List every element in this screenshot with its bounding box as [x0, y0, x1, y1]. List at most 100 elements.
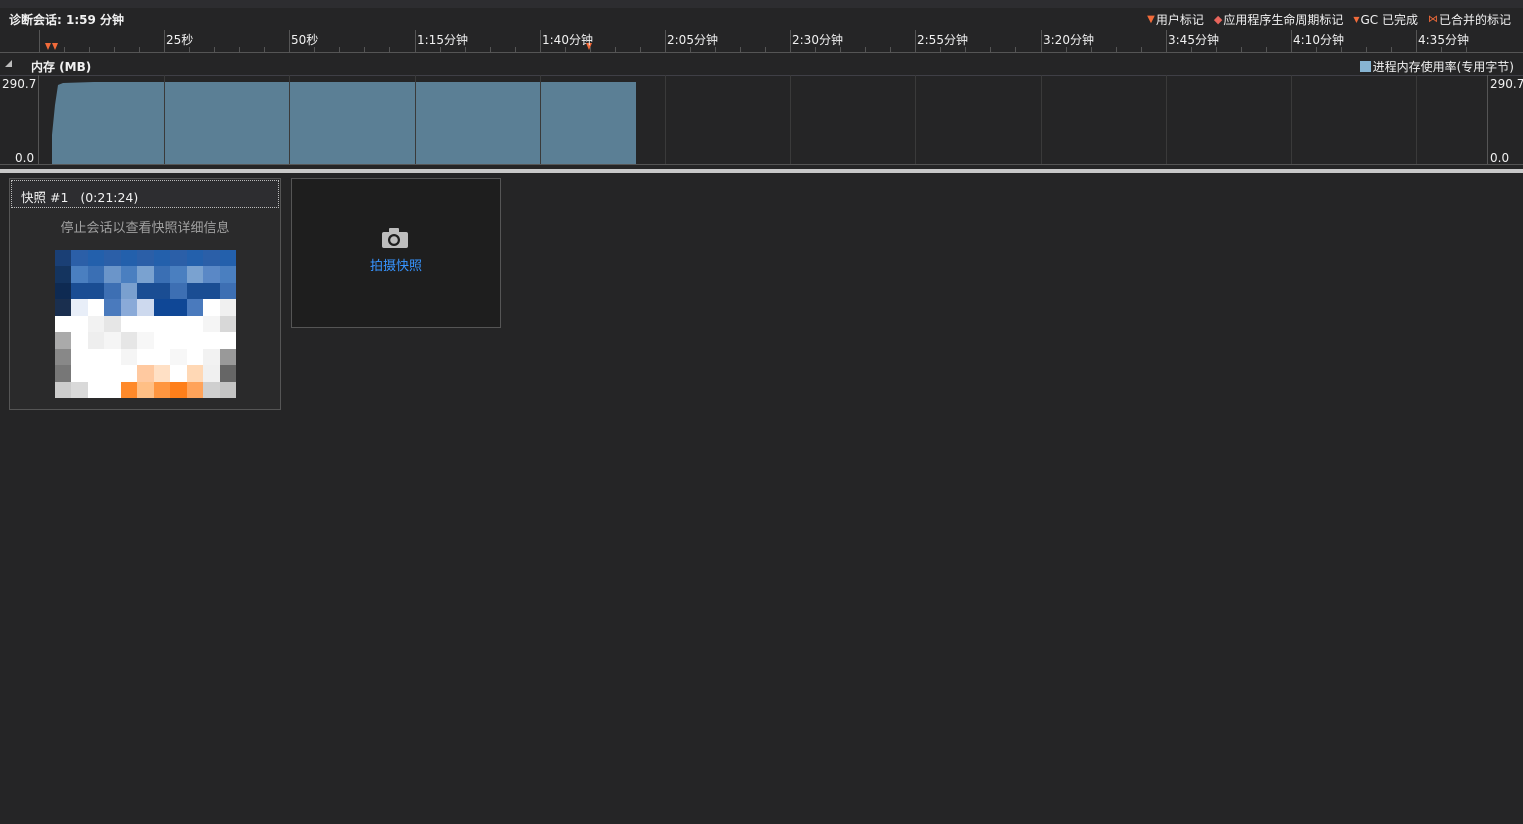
ruler-tick-label: 25秒 — [166, 33, 194, 47]
thumbnail-pixel — [71, 315, 88, 333]
thumbnail-pixel — [186, 299, 204, 316]
thumbnail-pixel — [104, 250, 121, 267]
ruler-minor-tick — [740, 47, 741, 52]
thumbnail-pixel — [219, 266, 236, 283]
take-snapshot-label: 拍摄快照 — [369, 259, 422, 274]
ruler-tick-label: 50秒 — [291, 33, 319, 47]
memory-header — [0, 53, 1523, 76]
memory-usage-svg — [52, 82, 636, 164]
thumbnail-pixel — [153, 365, 171, 382]
thumbnail-pixel — [87, 381, 105, 398]
thumbnail-pixel — [87, 282, 105, 300]
thumbnail-pixel — [186, 266, 204, 283]
ruler-minor-tick — [114, 47, 115, 52]
thumbnail-pixel — [55, 365, 72, 382]
thumbnail-pixel — [219, 315, 236, 333]
thumbnail-pixel — [219, 250, 236, 267]
camera-icon — [382, 228, 408, 248]
graph-grid-line — [415, 75, 416, 164]
thumbnail-pixel — [55, 282, 72, 300]
y-axis-min-right: 0.0 — [1490, 151, 1510, 165]
memory-graph[interactable] — [38, 75, 1488, 164]
ruler-minor-tick — [239, 47, 240, 52]
thumbnail-pixel — [186, 348, 204, 366]
thumbnail-pixel — [120, 332, 138, 349]
graph-grid-line — [289, 75, 290, 164]
time-ruler[interactable]: 25秒 50秒 1:15分钟 1:40分钟 2:05分钟 2:30分钟 2:55分钟 3:20… — [0, 30, 1523, 53]
thumbnail-pixel — [120, 315, 138, 333]
snapshot-thumbnail[interactable] — [55, 250, 236, 398]
panel-splitter[interactable] — [0, 169, 1523, 173]
thumbnail-pixel — [137, 282, 154, 300]
take-snapshot-button[interactable]: 拍摄快照 — [291, 178, 501, 328]
thumbnail-pixel — [219, 299, 236, 316]
graph-grid-line — [540, 75, 541, 164]
thumbnail-pixel — [186, 250, 204, 267]
ruler-major-tick — [540, 30, 541, 52]
thumbnail-pixel — [186, 282, 204, 300]
legend-merged-mark-label: 已合并的标记 — [1438, 13, 1511, 27]
gc-mark-icon: ▼ — [1353, 15, 1360, 24]
legend-lifecycle-mark-label: 应用程序生命周期标记 — [1223, 13, 1344, 27]
memory-legend-swatch — [1359, 61, 1371, 72]
thumbnail-pixel — [71, 381, 88, 398]
thumbnail-pixel — [137, 381, 154, 398]
graph-grid-line — [1291, 75, 1292, 164]
thumbnail-pixel — [153, 299, 171, 316]
thumbnail-pixel — [203, 299, 220, 316]
thumbnail-pixel — [87, 250, 105, 267]
thumbnail-pixel — [186, 332, 204, 349]
thumbnail-pixel — [55, 250, 72, 267]
thumbnail-pixel — [55, 348, 72, 366]
ruler-minor-tick — [389, 47, 390, 52]
ruler-tick-label: 3:45分钟 — [1168, 33, 1219, 47]
thumbnail-pixel — [137, 332, 154, 349]
thumbnail-pixel — [71, 266, 88, 283]
thumbnail-pixel — [137, 250, 154, 267]
snapshot-title: 快照 #1 (0:21:24) — [21, 190, 139, 205]
legend-user-mark: ▼ 用户标记 — [1147, 11, 1204, 28]
thumbnail-pixel — [203, 381, 220, 398]
snapshot-card[interactable]: 快照 #1 (0:21:24) 停止会话以查看快照详细信息 — [9, 178, 281, 410]
ruler-minor-tick — [765, 47, 766, 52]
y-axis-max-left: 290.7 — [2, 77, 37, 91]
snapshot-header[interactable]: 快照 #1 (0:21:24) — [11, 180, 279, 208]
ruler-minor-tick — [1366, 47, 1367, 52]
ruler-major-tick — [1166, 30, 1167, 52]
thumbnail-pixel — [137, 299, 154, 316]
ruler-minor-tick — [1266, 47, 1267, 52]
thumbnail-pixel — [87, 365, 105, 382]
memory-legend: 进程内存使用率(专用字节) — [1359, 58, 1514, 75]
thumbnail-pixel — [104, 381, 121, 398]
legend-user-mark-label: 用户标记 — [1155, 13, 1204, 27]
ruler-tick-label: 4:10分钟 — [1293, 33, 1344, 47]
thumbnail-pixel — [153, 332, 171, 349]
graph-grid-line — [1166, 75, 1167, 164]
thumbnail-pixel — [219, 282, 236, 300]
session-title: 诊断会话: 1:59 分钟 — [9, 13, 125, 27]
thumbnail-pixel — [71, 332, 88, 349]
collapse-triangle-icon[interactable] — [5, 60, 12, 67]
thumbnail-pixel — [120, 266, 138, 283]
thumbnail-pixel — [87, 348, 105, 366]
thumbnail-pixel — [219, 332, 236, 349]
thumbnail-pixel — [186, 315, 204, 333]
user-mark-marker[interactable] — [52, 43, 58, 50]
thumbnail-pixel — [203, 348, 220, 366]
thumbnail-pixel — [104, 332, 121, 349]
thumbnail-pixel — [170, 365, 187, 382]
user-mark-marker[interactable] — [45, 43, 51, 50]
thumbnail-pixel — [87, 315, 105, 333]
graph-baseline — [0, 164, 1523, 165]
thumbnail-pixel — [55, 315, 72, 333]
lifecycle-mark-icon: ◆ — [1213, 13, 1223, 26]
legend-gc-mark: ▼ GC 已完成 — [1353, 11, 1418, 28]
thumbnail-pixel — [203, 315, 220, 333]
thumbnail-pixel — [203, 282, 220, 300]
ruler-major-tick — [665, 30, 666, 52]
ruler-minor-tick — [890, 47, 891, 52]
y-axis-max-right: 290.7 — [1490, 77, 1523, 91]
graph-grid-line — [790, 75, 791, 164]
thumbnail-pixel — [120, 365, 138, 382]
ruler-tick-label: 2:55分钟 — [917, 33, 968, 47]
